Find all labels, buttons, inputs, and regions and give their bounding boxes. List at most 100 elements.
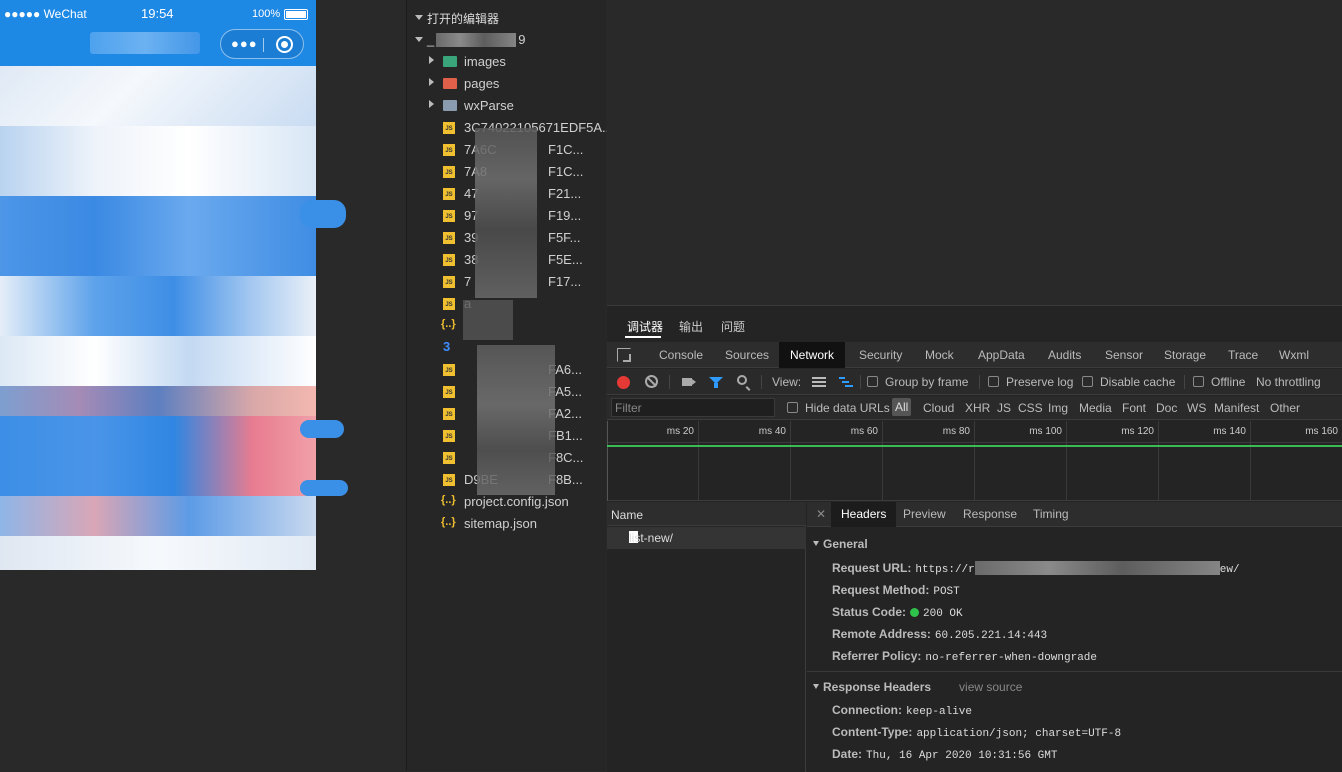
list-view-icon[interactable] bbox=[812, 377, 826, 387]
filter-type-all[interactable]: All bbox=[892, 398, 912, 416]
filter-type-font[interactable]: Font bbox=[1122, 401, 1146, 415]
preserve-log-checkbox[interactable] bbox=[988, 376, 999, 387]
table-row[interactable]: list-new/ bbox=[607, 527, 806, 549]
response-headers-section-toggle[interactable]: Response Headers view source bbox=[813, 680, 1022, 694]
file-explorer: 打开的编辑器 _9 imagespageswxParseJS3C74022105… bbox=[406, 0, 607, 771]
tab-problems[interactable]: 问题 bbox=[721, 318, 745, 335]
file-name: project.config.json bbox=[464, 494, 569, 509]
tab-console[interactable]: Console bbox=[659, 342, 703, 368]
redacted-project-name bbox=[436, 33, 517, 47]
tab-preview[interactable]: Preview bbox=[903, 502, 946, 527]
filter-type-manifest[interactable]: Manifest bbox=[1214, 401, 1259, 415]
tab-trace[interactable]: Trace bbox=[1228, 342, 1258, 368]
close-miniprogram-icon[interactable] bbox=[276, 36, 293, 53]
js-file-icon: JS bbox=[443, 188, 455, 200]
close-icon[interactable]: ✕ bbox=[816, 507, 826, 521]
waterfall-view-icon[interactable] bbox=[839, 377, 853, 387]
redacted-filenames bbox=[477, 345, 555, 495]
redacted-title bbox=[90, 32, 200, 54]
tab-debugger[interactable]: 调试器 bbox=[627, 318, 663, 335]
timeline-gridline bbox=[1250, 421, 1251, 501]
toolbar-divider bbox=[669, 375, 670, 389]
filter-type-xhr[interactable]: XHR bbox=[965, 401, 990, 415]
redacted-filenames bbox=[463, 300, 513, 340]
filter-icon[interactable] bbox=[709, 377, 723, 388]
filter-type-js[interactable]: JS bbox=[997, 401, 1011, 415]
tab-storage[interactable]: Storage bbox=[1164, 342, 1206, 368]
js-file-icon: JS bbox=[443, 122, 455, 134]
collapse-arrow-icon[interactable] bbox=[415, 15, 423, 20]
folder-item[interactable]: wxParse bbox=[407, 95, 607, 117]
tab-sources[interactable]: Sources bbox=[725, 342, 769, 368]
redacted-url bbox=[974, 561, 1220, 575]
group-by-frame-checkbox[interactable] bbox=[867, 376, 878, 387]
battery-icon bbox=[284, 9, 308, 20]
capsule-menu[interactable]: ●●● bbox=[220, 29, 304, 59]
filter-type-media[interactable]: Media bbox=[1079, 401, 1112, 415]
throttling-select[interactable]: No throttling bbox=[1256, 375, 1321, 389]
tab-headers[interactable]: Headers bbox=[831, 502, 897, 527]
response-headers-title: Response Headers bbox=[823, 680, 932, 694]
folder-icon bbox=[443, 78, 457, 89]
toolbar-divider bbox=[860, 375, 861, 389]
view-source-link[interactable]: view source bbox=[959, 680, 1022, 694]
filter-input[interactable] bbox=[611, 398, 775, 417]
disable-cache-checkbox[interactable] bbox=[1082, 376, 1093, 387]
request-method-row: Request Method: POST bbox=[832, 583, 960, 598]
request-list-header[interactable]: Name bbox=[607, 502, 806, 526]
filter-type-img[interactable]: Img bbox=[1048, 401, 1068, 415]
file-name-suffix: F5F... bbox=[548, 230, 581, 245]
inspect-element-icon[interactable] bbox=[617, 348, 631, 362]
js-file-icon: JS bbox=[443, 474, 455, 486]
general-section-toggle[interactable]: General bbox=[813, 537, 868, 551]
filter-type-css[interactable]: CSS bbox=[1018, 401, 1043, 415]
expand-arrow-icon[interactable] bbox=[429, 78, 434, 86]
filter-type-other[interactable]: Other bbox=[1270, 401, 1300, 415]
content-type-label: Content-Type: bbox=[832, 725, 913, 739]
remote-address-label: Remote Address: bbox=[832, 627, 931, 641]
open-editors-section[interactable]: 打开的编辑器 bbox=[407, 7, 607, 29]
timeline-tick-label: 160 ms bbox=[1305, 426, 1338, 437]
js-file-icon: JS bbox=[443, 430, 455, 442]
active-tab-underline bbox=[625, 336, 661, 338]
capture-screenshots-icon[interactable] bbox=[682, 378, 692, 386]
file-item[interactable]: {..} sitemap.json bbox=[407, 513, 607, 535]
search-icon[interactable] bbox=[737, 375, 747, 385]
network-timeline-overview[interactable]: 20 ms 40 ms 60 ms 80 ms 100 ms 120 ms 140 ms 16… bbox=[607, 421, 1342, 501]
file-name-suffix: F1C... bbox=[548, 164, 584, 179]
hide-data-urls-checkbox[interactable] bbox=[787, 402, 798, 413]
request-url-row: Request URL: https://r ew/ bbox=[832, 561, 1240, 576]
expand-arrow-icon[interactable] bbox=[429, 56, 434, 64]
tab-timing[interactable]: Timing bbox=[1033, 502, 1069, 527]
offline-checkbox[interactable] bbox=[1193, 376, 1204, 387]
more-icon[interactable]: ●●● bbox=[231, 36, 258, 51]
filter-type-doc[interactable]: Doc bbox=[1156, 401, 1177, 415]
tab-audits[interactable]: Audits bbox=[1048, 342, 1081, 368]
status-code-row: Status Code: 200 OK bbox=[832, 605, 963, 620]
project-name: _ bbox=[427, 32, 435, 47]
referrer-policy-row: Referrer Policy: no-referrer-when-downgra… bbox=[832, 649, 1097, 664]
request-url-suffix: ew/ bbox=[1219, 564, 1240, 576]
tab-mock[interactable]: Mock bbox=[925, 342, 954, 368]
preserve-log-label: Preserve log bbox=[1006, 375, 1074, 389]
clear-icon[interactable] bbox=[645, 375, 658, 388]
expand-arrow-icon[interactable] bbox=[429, 100, 434, 108]
folder-item[interactable]: pages bbox=[407, 73, 607, 95]
project-root[interactable]: _ 9 bbox=[407, 29, 607, 51]
tab-output[interactable]: 输出 bbox=[679, 318, 703, 335]
filter-type-cloud[interactable]: Cloud bbox=[923, 401, 954, 415]
debugger-tabs: 调试器 输出 问题 bbox=[607, 306, 1342, 340]
record-button[interactable] bbox=[617, 376, 630, 389]
tab-security[interactable]: Security bbox=[859, 342, 902, 368]
tab-wxml[interactable]: Wxml bbox=[1279, 342, 1309, 368]
filter-type-ws[interactable]: WS bbox=[1187, 401, 1206, 415]
timeline-tick-label: 120 ms bbox=[1121, 426, 1154, 437]
tab-response[interactable]: Response bbox=[963, 502, 1017, 527]
tab-appdata[interactable]: AppData bbox=[978, 342, 1025, 368]
connection-label: Connection: bbox=[832, 703, 902, 717]
tab-sensor[interactable]: Sensor bbox=[1105, 342, 1143, 368]
tab-network[interactable]: Network bbox=[779, 342, 846, 368]
folder-item[interactable]: images bbox=[407, 51, 607, 73]
collapse-arrow-icon[interactable] bbox=[415, 37, 423, 42]
redacted-overflow bbox=[300, 200, 346, 228]
